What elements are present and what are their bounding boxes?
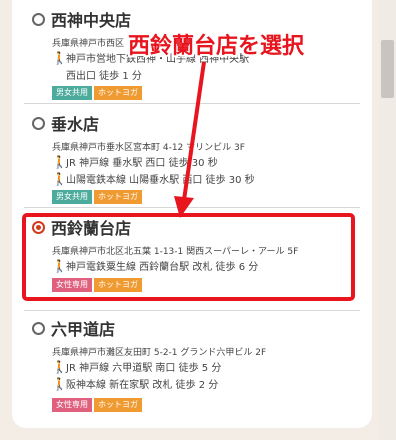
- scrollbar-thumb[interactable]: [381, 40, 394, 98]
- callout-arrow-icon: [174, 61, 206, 218]
- callout-text: 西鈴蘭台店を選択: [128, 34, 305, 59]
- scrollbar[interactable]: [379, 0, 396, 440]
